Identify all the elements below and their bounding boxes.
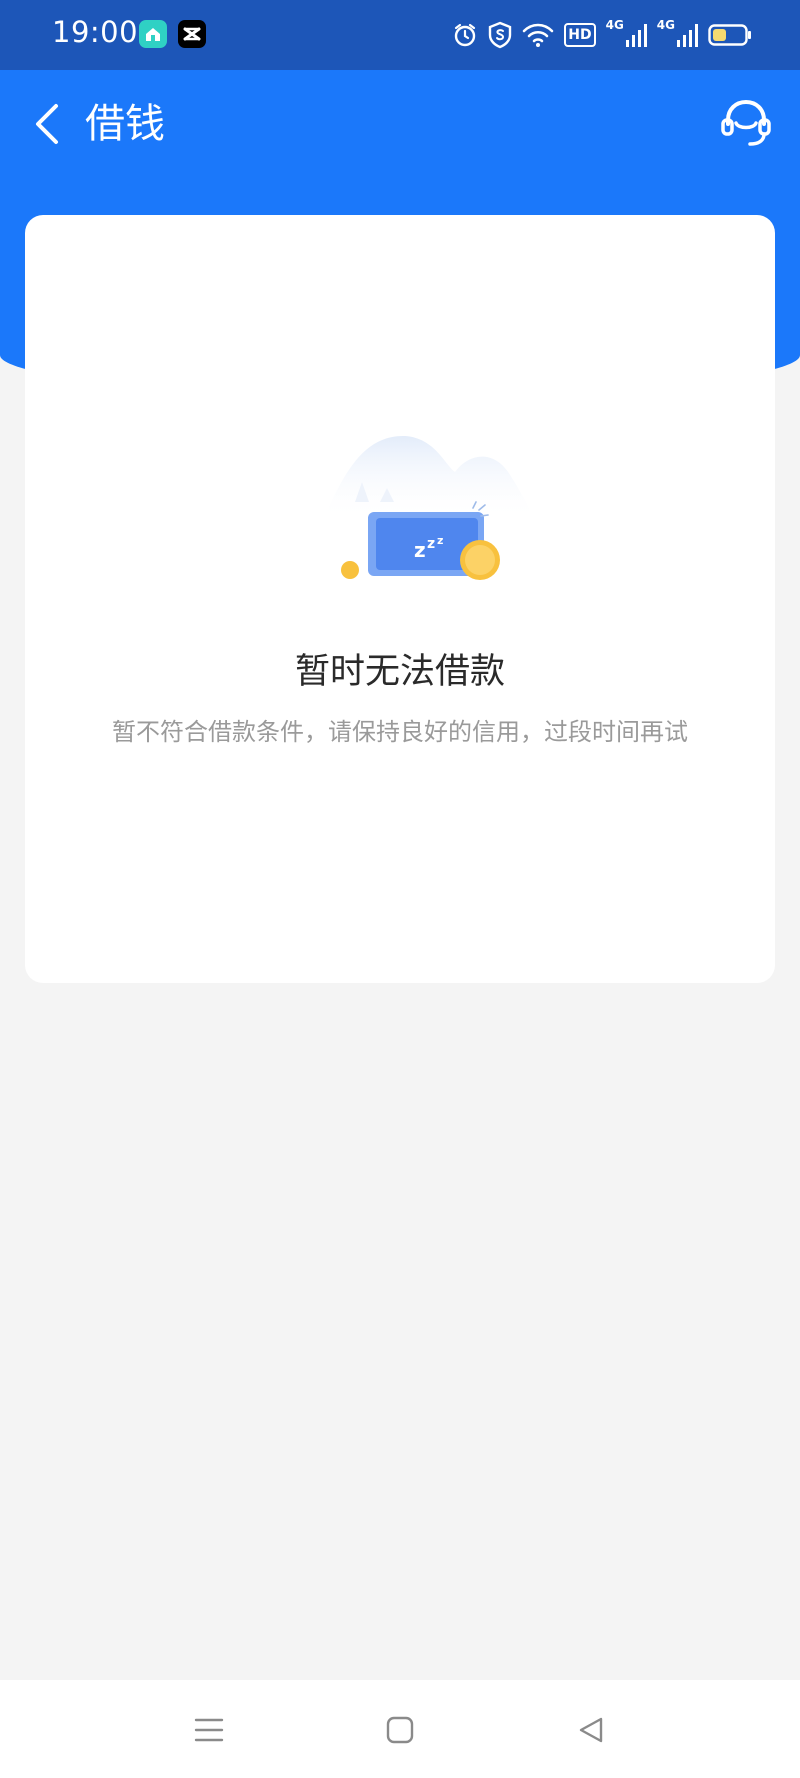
system-navigation-bar: [0, 1680, 800, 1778]
back-button[interactable]: [22, 96, 72, 152]
hd-label: HD: [564, 23, 596, 47]
empty-state-title: 暂时无法借款: [294, 652, 505, 692]
sleeping-phone-illustration: z z z: [305, 430, 545, 580]
wifi-icon: [522, 18, 554, 52]
status-bar: 19:00 HD 4G 4G: [0, 0, 800, 70]
customer-service-button[interactable]: [716, 92, 776, 152]
home-button[interactable]: [372, 1702, 428, 1758]
app-home-icon: [139, 20, 167, 48]
alarm-icon: [452, 18, 478, 52]
status-time: 19:00: [52, 15, 139, 49]
capcut-icon: [178, 20, 206, 48]
shield-icon: [488, 18, 512, 52]
network-label: 4G: [605, 18, 624, 32]
menu-icon: [194, 1718, 224, 1742]
svg-text:z: z: [414, 538, 426, 562]
status-icons: HD 4G 4G: [452, 18, 752, 52]
signal-4g-icon: 4G: [657, 18, 698, 52]
network-label: 4G: [656, 18, 675, 32]
empty-state-card: z z z 暂时无法借款 暂不符合借款条件，请保持良好的信用，过段时间再试: [25, 215, 775, 983]
svg-text:z: z: [427, 536, 435, 552]
chevron-left-icon: [36, 104, 58, 144]
home-square-icon: [386, 1716, 414, 1744]
screen: 19:00 HD 4G 4G 借钱 z z z 暂时无法借款 暂不符合借款条件，…: [0, 0, 800, 1778]
customer-service-headset-icon: [721, 99, 771, 146]
page-title: 借钱: [85, 101, 165, 147]
empty-state-subtitle: 暂不符合借款条件，请保持良好的信用，过段时间再试: [112, 718, 688, 746]
hd-icon: HD: [564, 18, 596, 52]
svg-text:z: z: [437, 534, 443, 547]
battery-icon: [708, 18, 752, 52]
system-back-button[interactable]: [563, 1702, 619, 1758]
menu-button[interactable]: [181, 1702, 237, 1758]
signal-4g-icon: 4G: [606, 18, 647, 52]
back-triangle-icon: [579, 1717, 603, 1743]
